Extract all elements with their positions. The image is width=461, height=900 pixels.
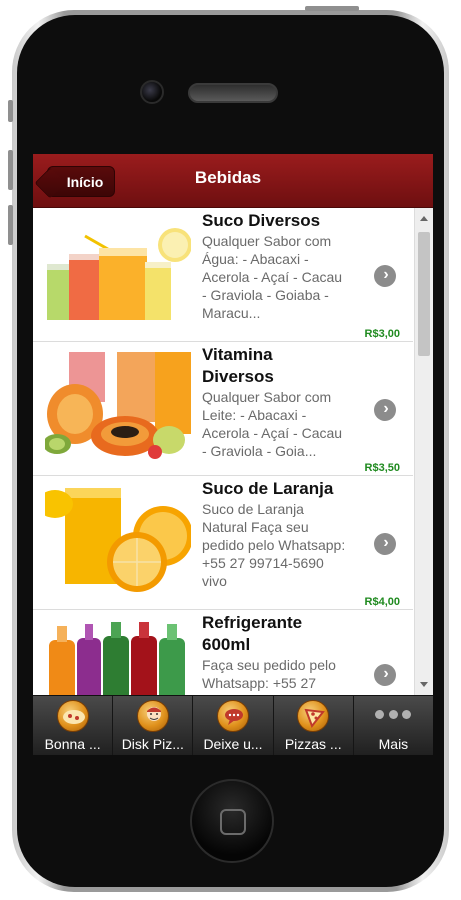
back-button-label: Início	[66, 173, 104, 190]
item-price: R$3,00	[364, 328, 400, 340]
tab-label: Deixe u...	[203, 736, 263, 752]
item-title: Suco de Laranja	[202, 479, 334, 498]
tab-label: Bonna ...	[44, 736, 101, 752]
silent-switch	[8, 100, 13, 122]
smoothie-fruits-image	[45, 352, 191, 464]
item-description: Faça seu pedido pelo Whatsapp: +55 27	[202, 657, 336, 691]
tab-label: Disk Piz...	[121, 736, 184, 752]
scroll-thumb[interactable]	[418, 232, 430, 356]
tab-label: Pizzas ...	[284, 736, 342, 752]
chevron-right-icon[interactable]: ›	[374, 664, 396, 686]
volume-down-button	[8, 205, 13, 245]
orange-juice-image	[45, 486, 191, 598]
pizza-slice-icon	[297, 700, 330, 732]
item-price: R$4,00	[364, 596, 400, 608]
back-button[interactable]: Início	[47, 166, 115, 197]
list-item[interactable]: Vitamina Diversos Qualquer Sabor com Leite…	[33, 342, 413, 476]
power-button	[305, 6, 359, 11]
volume-up-button	[8, 150, 13, 190]
assorted-juices-image	[45, 218, 191, 330]
chevron-right-icon[interactable]: ›	[374, 533, 396, 555]
list-item[interactable]: Suco de Laranja Suco de Laranja Natural F…	[33, 476, 413, 610]
scroll-up-arrow-icon[interactable]	[420, 216, 428, 221]
earpiece-speaker	[188, 83, 278, 103]
list-item[interactable]: Refrigerante 600ml Faça seu pedido pelo Wh…	[33, 610, 413, 695]
tab-deixe-mensagem[interactable]: Deixe u...	[193, 696, 274, 755]
app-screen: Início Bebidas Suco Diversos Qualquer Sa…	[33, 154, 433, 755]
chevron-right-icon[interactable]: ›	[374, 265, 396, 287]
speech-bubble-icon	[217, 700, 249, 732]
tab-label: Mais	[378, 736, 409, 752]
item-title: Refrigerante 600ml	[202, 613, 303, 654]
item-title: Vitamina Diversos	[202, 345, 274, 386]
tab-bonna[interactable]: Bonna ...	[33, 696, 114, 755]
delivery-man-icon	[136, 700, 169, 732]
tab-disk-pizza[interactable]: Disk Piz...	[113, 696, 194, 755]
drinks-list: Suco Diversos Qualquer Sabor com Água: - …	[33, 208, 433, 695]
item-description: Suco de Laranja Natural Faça seu pedido pe…	[202, 501, 346, 589]
front-camera-icon	[140, 80, 164, 104]
soda-bottles-image	[45, 620, 191, 695]
chevron-right-icon[interactable]: ›	[374, 399, 396, 421]
bottom-tab-bar: Bonna ... Disk Piz... Deixe u... Pizzas …	[33, 695, 433, 755]
home-button[interactable]	[190, 779, 274, 863]
tab-pizzas[interactable]: Pizzas ...	[274, 696, 354, 755]
item-description: Qualquer Sabor com Leite: - Abacaxi - Acer…	[202, 389, 343, 459]
pizza-logo-icon	[56, 700, 89, 732]
top-bar: Início Bebidas	[33, 154, 433, 208]
list-item[interactable]: Suco Diversos Qualquer Sabor com Água: - …	[33, 208, 413, 342]
more-dots-icon	[375, 710, 412, 720]
tab-mais[interactable]: Mais	[354, 696, 433, 755]
scroll-down-arrow-icon[interactable]	[420, 682, 428, 687]
item-price: R$3,50	[364, 462, 400, 474]
item-description: Qualquer Sabor com Água: - Abacaxi - Acero…	[202, 233, 343, 321]
page-title: Bebidas	[194, 168, 262, 187]
item-title: Suco Diversos	[202, 211, 321, 230]
home-square-icon	[220, 809, 246, 835]
list-scrollbar[interactable]	[414, 208, 433, 695]
